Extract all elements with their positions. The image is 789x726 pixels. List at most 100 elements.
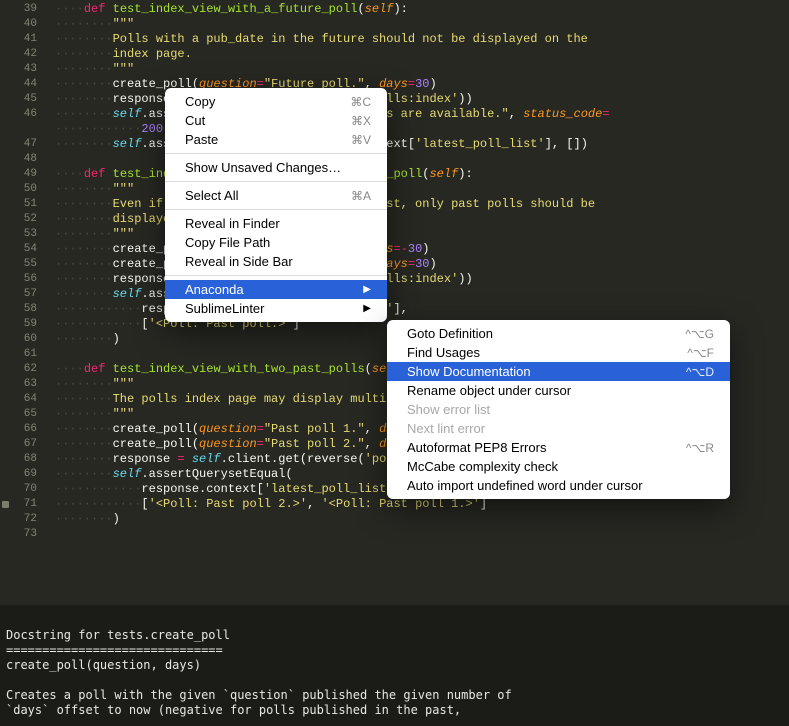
- submenu-arrow-icon: ▶: [363, 303, 371, 314]
- menu-item[interactable]: SublimeLinter▶: [165, 299, 387, 318]
- line-number: 48: [0, 152, 55, 167]
- code-content[interactable]: ········): [55, 512, 789, 527]
- menu-item[interactable]: Cut ⌘X: [165, 111, 387, 130]
- line-number: 57: [0, 287, 55, 302]
- documentation-panel: Docstring for tests.create_poll ========…: [0, 605, 789, 726]
- line-number: 55: [0, 257, 55, 272]
- line-number: 70: [0, 482, 55, 497]
- menu-item[interactable]: Reveal in Finder: [165, 214, 387, 233]
- code-line[interactable]: 56········response = self.client.get(rev…: [0, 272, 789, 287]
- menu-item[interactable]: Reveal in Side Bar: [165, 252, 387, 271]
- code-line[interactable]: 71············['<Poll: Past poll 2.>', '…: [0, 497, 789, 512]
- line-number: 59: [0, 317, 55, 332]
- code-line[interactable]: 48: [0, 152, 789, 167]
- menu-item-label: Rename object under cursor: [407, 383, 571, 398]
- menu-item[interactable]: Copy File Path: [165, 233, 387, 252]
- code-line[interactable]: 72········): [0, 512, 789, 527]
- code-line[interactable]: 43········""": [0, 62, 789, 77]
- code-content[interactable]: ········Polls with a pub_date in the fut…: [55, 32, 789, 47]
- menu-shortcut: ⌘C: [350, 95, 371, 109]
- menu-item[interactable]: Goto Definition ^⌥G: [387, 324, 730, 343]
- line-number: [0, 122, 55, 137]
- line-number: 53: [0, 227, 55, 242]
- code-content[interactable]: ············['<Poll: Past poll 2.>', '<P…: [55, 497, 789, 512]
- doc-title: Docstring for tests.create_poll: [6, 628, 230, 642]
- menu-item-label: Copy: [185, 94, 215, 109]
- menu-item-label: Anaconda: [185, 282, 244, 297]
- code-content[interactable]: [55, 527, 789, 542]
- menu-item-label: Next lint error: [407, 421, 485, 436]
- code-line[interactable]: 58············response.context['latest_p…: [0, 302, 789, 317]
- doc-body-line: Creates a poll with the given `question`…: [6, 688, 512, 702]
- doc-rule: ==============================: [6, 643, 223, 657]
- menu-item-label: Find Usages: [407, 345, 480, 360]
- line-number: 67: [0, 437, 55, 452]
- line-number: 45: [0, 92, 55, 107]
- code-line[interactable]: 49····def test_index_view_with_a_future_…: [0, 167, 789, 182]
- code-line[interactable]: 42········index page.: [0, 47, 789, 62]
- menu-item[interactable]: Autoformat PEP8 Errors^⌥R: [387, 438, 730, 457]
- menu-item-label: Cut: [185, 113, 205, 128]
- menu-item-label: Copy File Path: [185, 235, 270, 250]
- menu-shortcut: ⌘X: [351, 114, 371, 128]
- menu-item[interactable]: Show Unsaved Changes…: [165, 158, 387, 177]
- menu-item-label: Paste: [185, 132, 218, 147]
- line-number: 42: [0, 47, 55, 62]
- code-line[interactable]: 51········Even if both past and future p…: [0, 197, 789, 212]
- menu-separator: [165, 181, 387, 182]
- line-number: 51: [0, 197, 55, 212]
- code-line[interactable]: 39····def test_index_view_with_a_future_…: [0, 2, 789, 17]
- code-line[interactable]: 46········self.assertContains(response, …: [0, 107, 789, 122]
- line-number: 58: [0, 302, 55, 317]
- code-line[interactable]: 45········response = self.client.get(rev…: [0, 92, 789, 107]
- code-line[interactable]: 55········create_poll(question="Future p…: [0, 257, 789, 272]
- line-number: 44: [0, 77, 55, 92]
- code-line[interactable]: 40········""": [0, 17, 789, 32]
- menu-item-label: Goto Definition: [407, 326, 493, 341]
- code-line[interactable]: 57········self.assertQuerysetEqual(: [0, 287, 789, 302]
- line-number: 60: [0, 332, 55, 347]
- line-number: 47: [0, 137, 55, 152]
- code-content[interactable]: ····def test_index_view_with_a_future_po…: [55, 2, 789, 17]
- code-line[interactable]: 52········displayed.: [0, 212, 789, 227]
- code-line[interactable]: 73: [0, 527, 789, 542]
- menu-item-label: Reveal in Finder: [185, 216, 280, 231]
- menu-item[interactable]: Rename object under cursor: [387, 381, 730, 400]
- menu-item-label: Show Unsaved Changes…: [185, 160, 341, 175]
- menu-separator: [165, 153, 387, 154]
- menu-item[interactable]: McCabe complexity check: [387, 457, 730, 476]
- code-line[interactable]: 44········create_poll(question="Future p…: [0, 77, 789, 92]
- menu-item-label: Select All: [185, 188, 238, 203]
- line-number: 73: [0, 527, 55, 542]
- menu-item[interactable]: Paste ⌘V: [165, 130, 387, 149]
- code-line[interactable]: 53········""": [0, 227, 789, 242]
- line-number: 61: [0, 347, 55, 362]
- menu-item[interactable]: Select All⌘A: [165, 186, 387, 205]
- menu-item[interactable]: Auto import undefined word under cursor: [387, 476, 730, 495]
- code-line[interactable]: 41········Polls with a pub_date in the f…: [0, 32, 789, 47]
- code-line[interactable]: 50········""": [0, 182, 789, 197]
- menu-item[interactable]: Show Documentation^⌥D: [387, 362, 730, 381]
- context-submenu-anaconda[interactable]: Goto Definition ^⌥G Find Usages ^⌥F Show Doc…: [387, 320, 730, 499]
- line-number: 49: [0, 167, 55, 182]
- menu-shortcut: ⌘V: [351, 133, 371, 147]
- code-content[interactable]: ········""": [55, 17, 789, 32]
- context-menu[interactable]: Copy ⌘C Cut ⌘X Paste ⌘V Show Unsaved Changes… S…: [165, 88, 387, 322]
- code-line[interactable]: 47········self.assertQuerysetEqual(respo…: [0, 137, 789, 152]
- code-content[interactable]: ········""": [55, 62, 789, 77]
- menu-item[interactable]: Anaconda▶: [165, 280, 387, 299]
- code-line[interactable]: 54········create_poll(question="Past pol…: [0, 242, 789, 257]
- code-line[interactable]: ············200): [0, 122, 789, 137]
- line-number: 50: [0, 182, 55, 197]
- menu-item[interactable]: Copy ⌘C: [165, 92, 387, 111]
- menu-item-label: Autoformat PEP8 Errors: [407, 440, 546, 455]
- gutter-mark-icon: [2, 501, 9, 508]
- code-content[interactable]: ········index page.: [55, 47, 789, 62]
- menu-shortcut: ^⌥F: [687, 346, 714, 360]
- menu-item[interactable]: Find Usages ^⌥F: [387, 343, 730, 362]
- menu-item: Next lint error: [387, 419, 730, 438]
- menu-item-label: Show Documentation: [407, 364, 531, 379]
- menu-shortcut: ^⌥G: [685, 327, 714, 341]
- doc-signature: create_poll(question, days): [6, 658, 201, 672]
- line-number: 65: [0, 407, 55, 422]
